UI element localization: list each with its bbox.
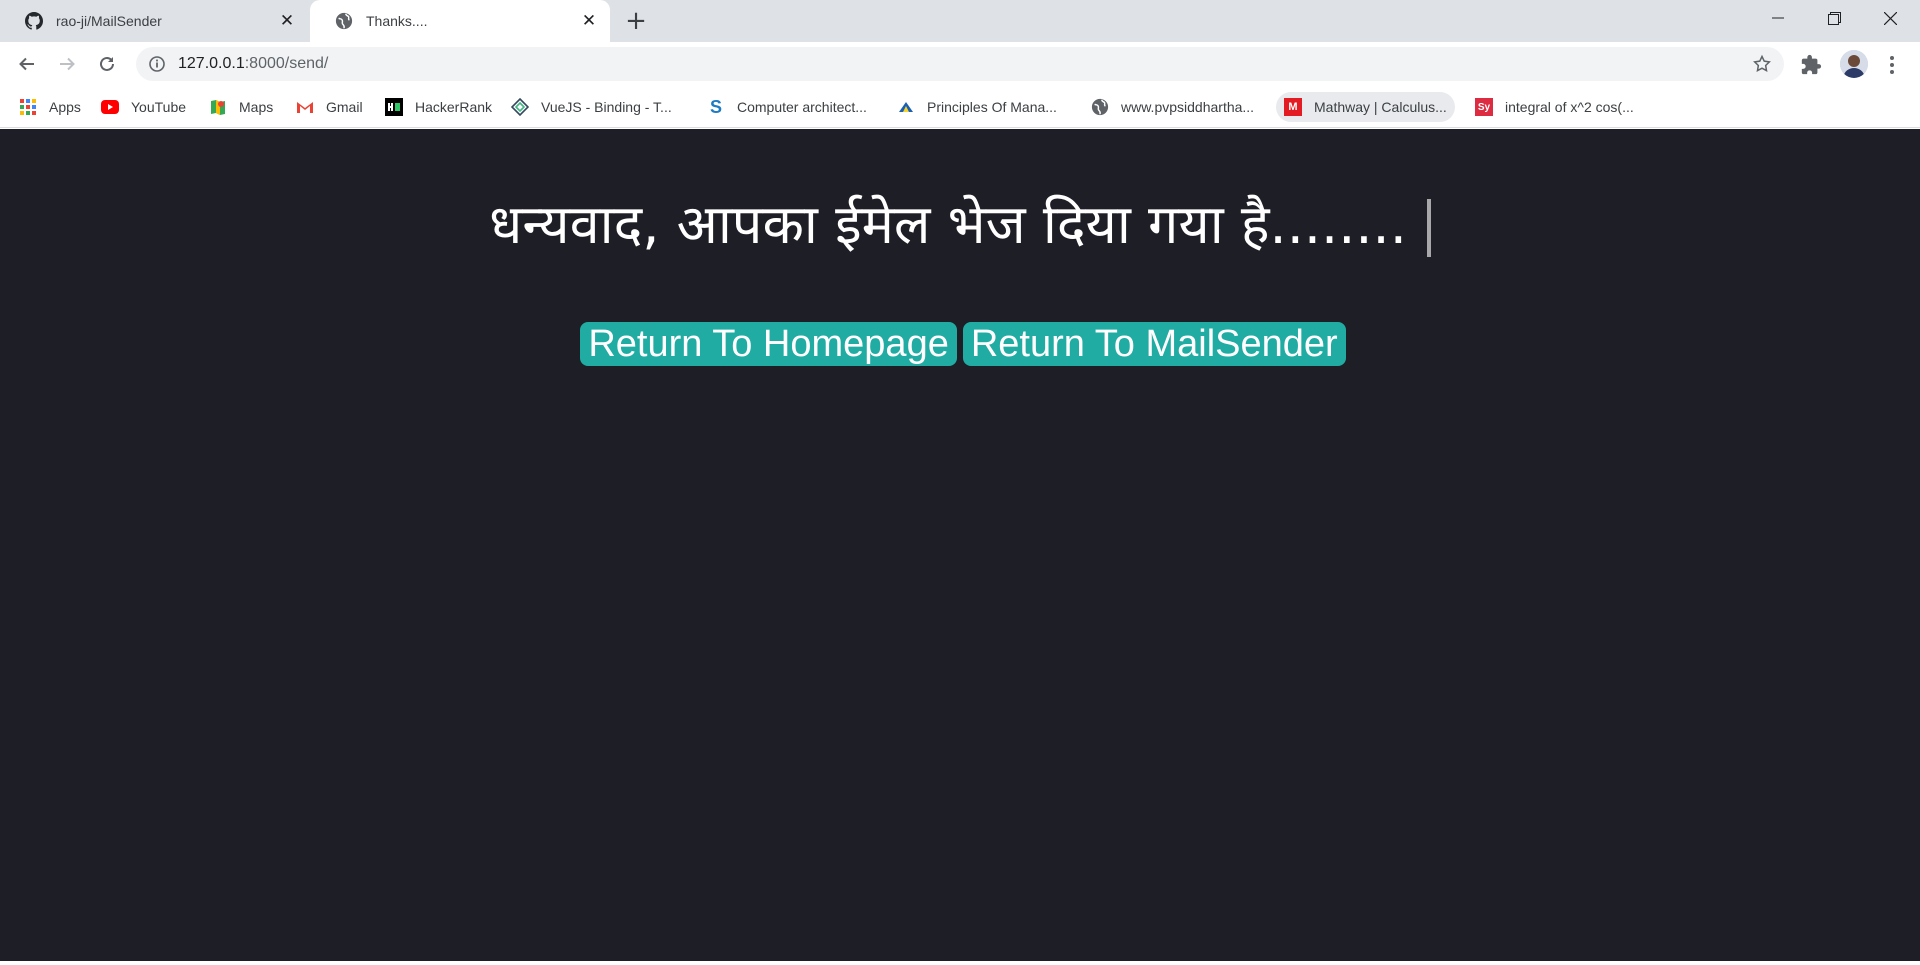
restore-icon[interactable]: [1806, 0, 1862, 36]
window-bottom-edge: [0, 961, 1920, 965]
bookmark-gmail[interactable]: Gmail: [288, 92, 371, 122]
reload-icon[interactable]: [93, 50, 121, 78]
browser-toolbar: 127.0.0.1:8000/send/: [0, 42, 1920, 86]
bookmark-symbolab[interactable]: Sy integral of x^2 cos(...: [1467, 92, 1642, 122]
back-icon[interactable]: [13, 50, 41, 78]
close-tab-icon[interactable]: ✕: [276, 10, 298, 32]
url-path: :8000/send/: [244, 55, 329, 72]
page-content: धन्यवाद, आपका ईमेल भेज दिया गया है......…: [0, 129, 1920, 961]
bookmark-star-icon[interactable]: [1752, 54, 1772, 74]
bookmark-label: integral of x^2 cos(...: [1505, 99, 1634, 115]
bookmark-label: HackerRank: [415, 99, 493, 115]
bookmark-pvpsiddhartha[interactable]: www.pvpsiddhartha...: [1083, 92, 1262, 122]
bookmark-hackerrank[interactable]: HackerRank: [377, 92, 500, 122]
tab-thanks[interactable]: Thanks.... ✕: [310, 0, 610, 42]
bookmark-mathway[interactable]: M Mathway | Calculus...: [1276, 92, 1455, 122]
tab-title: Thanks....: [366, 13, 428, 29]
forward-icon[interactable]: [53, 50, 81, 78]
bookmarks-bar: Apps YouTube Maps Gmail HackerRank VueJS…: [0, 86, 1920, 128]
bookmark-label: Apps: [49, 99, 81, 115]
hackerrank-icon: [385, 98, 403, 116]
gmail-icon: [296, 98, 314, 116]
page-heading: धन्यवाद, आपका ईमेल भेज दिया गया है......…: [0, 187, 1920, 263]
bookmark-vuejs[interactable]: VueJS - Binding - T...: [503, 92, 680, 122]
bookmark-label: Mathway | Calculus...: [1314, 99, 1447, 115]
bookmark-maps[interactable]: Maps: [201, 92, 281, 122]
apps-grid-icon: [19, 98, 37, 116]
bookmark-label: Computer architect...: [737, 99, 867, 115]
tab-title: rao-ji/MailSender: [56, 13, 162, 29]
bookmark-principles[interactable]: Principles Of Mana...: [889, 92, 1065, 122]
new-tab-button[interactable]: +: [624, 8, 648, 34]
extensions-puzzle-icon[interactable]: [1800, 54, 1822, 76]
close-window-icon[interactable]: [1862, 0, 1918, 36]
scribd-icon: S: [709, 96, 722, 117]
bookmark-label: www.pvpsiddhartha...: [1121, 99, 1255, 115]
maps-icon: [209, 98, 227, 116]
button-row: Return To Homepage Return To MailSender: [0, 322, 1920, 366]
bookmark-computer-architecture[interactable]: S Computer architect...: [699, 92, 875, 122]
text-cursor: [1426, 199, 1431, 258]
minimize-icon[interactable]: [1750, 0, 1806, 36]
globe-icon: [334, 11, 354, 31]
tab-strip: rao-ji/MailSender ✕ Thanks.... ✕ +: [0, 0, 1920, 42]
tab-mailsender-repo[interactable]: rao-ji/MailSender ✕: [0, 0, 308, 42]
vuejs-icon: [511, 98, 529, 116]
github-icon: [24, 11, 44, 31]
url-host: 127.0.0.1: [178, 55, 245, 72]
kebab-menu-icon[interactable]: [1884, 54, 1900, 76]
bookmark-label: Principles Of Mana...: [927, 99, 1057, 115]
bookmark-youtube[interactable]: YouTube: [93, 92, 194, 122]
return-to-homepage-button[interactable]: Return To Homepage: [580, 322, 957, 366]
site-info-icon[interactable]: [148, 55, 166, 73]
youtube-icon: [101, 98, 119, 116]
principles-icon: [897, 98, 915, 116]
globe-icon: [1091, 98, 1109, 116]
url-text: 127.0.0.1:8000/send/: [178, 55, 328, 73]
symbolab-icon: Sy: [1475, 98, 1493, 116]
close-tab-icon[interactable]: ✕: [578, 10, 600, 32]
bookmark-label: YouTube: [131, 99, 187, 115]
profile-avatar[interactable]: [1840, 50, 1868, 78]
bookmark-label: Maps: [239, 99, 274, 115]
bookmark-apps[interactable]: Apps: [11, 92, 89, 122]
bookmark-label: VueJS - Binding - T...: [541, 99, 672, 115]
return-to-mailsender-button[interactable]: Return To MailSender: [962, 322, 1346, 366]
bookmark-label: Gmail: [326, 99, 363, 115]
thanks-message: धन्यवाद, आपका ईमेल भेज दिया गया है......…: [489, 193, 1407, 256]
address-bar[interactable]: 127.0.0.1:8000/send/: [136, 47, 1784, 81]
mathway-icon: M: [1284, 98, 1302, 116]
